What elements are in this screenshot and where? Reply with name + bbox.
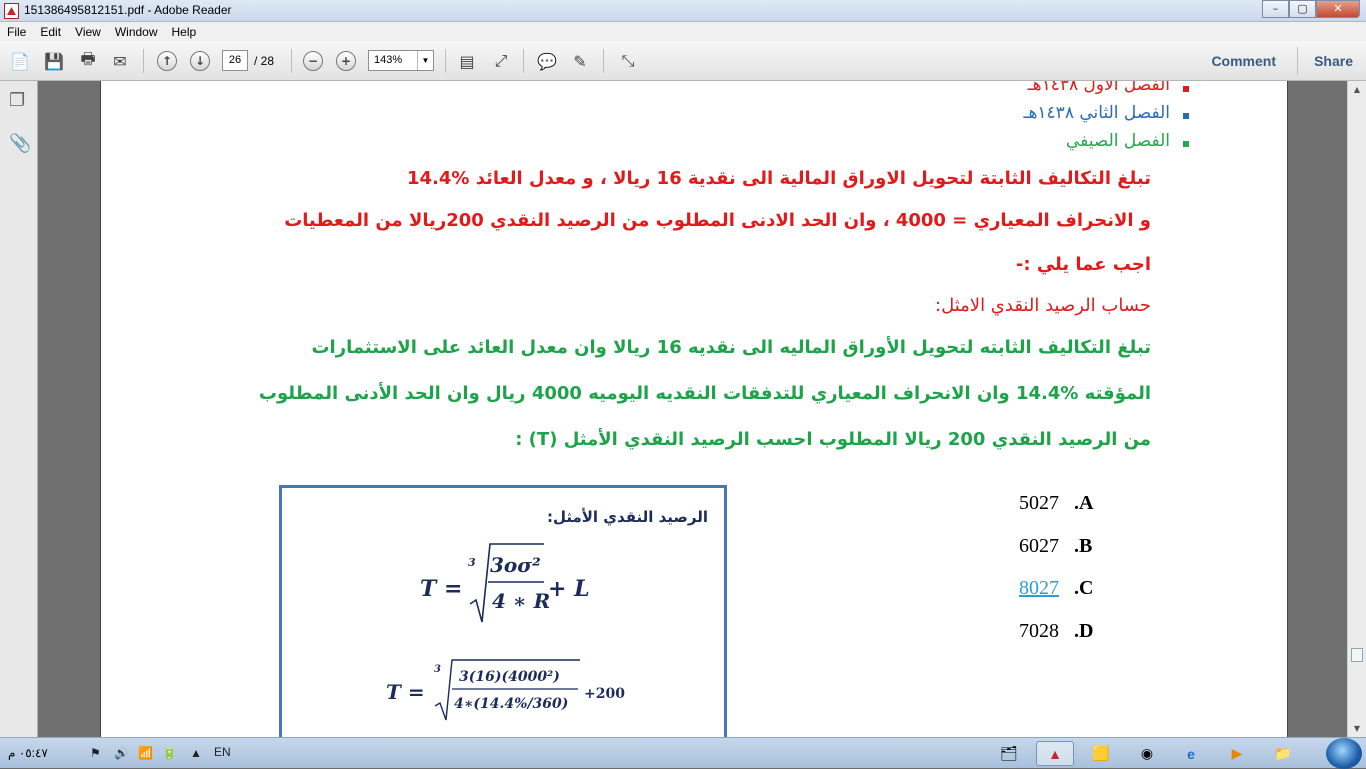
bullet-marker — [1183, 86, 1189, 92]
expand-icon[interactable]: ⤡ — [616, 49, 640, 73]
page-number-input[interactable]: 26 — [222, 50, 248, 71]
navigation-panel: ❐ 📎 — [0, 81, 38, 737]
menu-edit[interactable]: Edit — [33, 25, 68, 39]
formula-2-numerator: 3(16)(4000²) — [459, 669, 560, 685]
problem-line-1: تبلغ التكاليف الثابتة لتحويل الاوراق الم… — [406, 168, 1151, 189]
taskbar: ٠٥:٤٧ م ⚑ 🔊 📶 🔋 ▲ EN 🗂 ▲ 🟨 ◉ e ▶ 📁 — [0, 737, 1366, 769]
app-icon[interactable]: 🟨 — [1082, 741, 1120, 766]
question-line-1: تبلغ التكاليف الثابته لتحويل الأوراق الم… — [311, 337, 1151, 358]
zoom-select[interactable]: 143% ▼ — [368, 50, 434, 71]
scroll-up-icon[interactable]: ▲ — [1348, 81, 1366, 98]
create-pdf-icon[interactable]: 📄 — [8, 49, 32, 73]
answer-option-c[interactable]: 8027 .C — [1019, 577, 1093, 600]
minimize-button[interactable]: – — [1262, 0, 1289, 18]
question-line-3: من الرصيد النقدي 200 ريالا المطلوب احسب … — [515, 429, 1151, 450]
root-index: 3 — [434, 664, 441, 675]
start-button[interactable] — [1326, 738, 1362, 769]
window-title: 151386495812151.pdf - Adobe Reader — [24, 3, 232, 17]
volume-icon[interactable]: 🔊 — [114, 746, 129, 760]
list-item: الفصل الثاني ١٤٣٨هـ — [1023, 103, 1170, 123]
media-player-icon[interactable]: ▶ — [1218, 741, 1256, 766]
formula-1-numerator: 3oσ² — [490, 553, 541, 577]
answer-option-d[interactable]: 7028 .D — [1019, 620, 1093, 643]
fit-width-icon[interactable]: ⤢ — [489, 49, 513, 73]
bullet-marker — [1183, 113, 1189, 119]
toolbar: 📄 💾 🖶 ✉ ↑ ↓ 26 / 28 − + 143% ▼ ▤ ⤢ 💬 ✎ ⤡… — [0, 41, 1366, 81]
share-button[interactable]: Share — [1314, 53, 1353, 69]
answer-option-b[interactable]: 6027 .B — [1019, 535, 1092, 558]
adobe-reader-taskbar-icon[interactable]: ▲ — [1036, 741, 1074, 766]
chrome-icon[interactable]: ◉ — [1128, 741, 1166, 766]
battery-icon[interactable]: 🔋 — [162, 746, 177, 760]
next-page-icon[interactable]: ↓ — [188, 49, 212, 73]
question-line-2: المؤقته %14.4 وان الانحراف المعياري للتد… — [258, 383, 1151, 404]
explorer-icon[interactable]: 🗂 — [990, 741, 1028, 766]
formula-2-denominator: 4∗(14.4%/360) — [454, 696, 568, 712]
window-controls: – ▢ ✕ — [1262, 0, 1360, 19]
folder-icon[interactable]: 📁 — [1264, 741, 1302, 766]
sticky-note-icon[interactable]: 💬 — [535, 49, 559, 73]
menu-help[interactable]: Help — [165, 25, 204, 39]
formula-box: الرصيد النقدي الأمثل: T = 3 3oσ² 4 ∗ R +… — [279, 485, 727, 737]
formula-1-graphic: T = 3 3oσ² 4 ∗ R + L — [420, 543, 590, 623]
answer-option-a[interactable]: 5027 .A — [1019, 492, 1093, 515]
page-thumbnails-icon[interactable]: ❐ — [9, 90, 29, 111]
formula-2-lhs: T = — [386, 680, 425, 704]
vertical-scrollbar[interactable]: ▲ ▼ — [1347, 81, 1366, 737]
pdf-app-icon — [4, 3, 19, 19]
comment-button[interactable]: Comment — [1211, 53, 1276, 69]
previous-page-icon[interactable]: ↑ — [155, 49, 179, 73]
list-item: الفصل الأول ١٤٣٨هـ — [1027, 81, 1170, 95]
attachments-icon[interactable]: 📎 — [9, 133, 31, 154]
language-indicator[interactable]: EN — [214, 745, 231, 759]
formula-1-denominator: 4 ∗ R — [492, 589, 550, 613]
close-button[interactable]: ✕ — [1316, 0, 1360, 18]
zoom-out-icon[interactable]: − — [301, 49, 325, 73]
show-hidden-icons-icon[interactable]: ▲ — [190, 746, 202, 760]
print-icon[interactable]: 🖶 — [76, 49, 100, 73]
pdf-page: الفصل الأول ١٤٣٨هـ الفصل الثاني ١٤٣٨هـ ا… — [100, 81, 1288, 737]
formula-2-graphic: T = 3 3(16)(4000²) 4∗(14.4%/360) +200 — [386, 659, 625, 721]
menu-window[interactable]: Window — [108, 25, 165, 39]
scroll-thumb[interactable] — [1351, 648, 1363, 662]
title-bar: 151386495812151.pdf - Adobe Reader – ▢ ✕ — [0, 0, 1366, 22]
formula-2-tail: +200 — [584, 686, 625, 702]
document-viewport: الفصل الأول ١٤٣٨هـ الفصل الثاني ١٤٣٨هـ ا… — [38, 81, 1347, 737]
internet-explorer-icon[interactable]: e — [1172, 741, 1210, 766]
formula-title: الرصيد النقدي الأمثل: — [546, 508, 708, 526]
email-icon[interactable]: ✉ — [108, 49, 132, 73]
formula-1-tail: + L — [548, 576, 590, 602]
bullet-marker — [1183, 141, 1189, 147]
menu-file[interactable]: File — [0, 25, 33, 39]
section-heading: حساب الرصيد النقدي الامثل: — [935, 295, 1151, 316]
save-icon[interactable]: 💾 — [42, 49, 66, 73]
problem-line-2: و الانحراف المعياري = 4000 ، وان الحد ال… — [284, 210, 1151, 231]
clock[interactable]: ٠٥:٤٧ م — [8, 746, 48, 760]
menu-bar: File Edit View Window Help — [0, 22, 1366, 41]
problem-line-3: اجب عما يلي :- — [1015, 254, 1151, 275]
chevron-down-icon: ▼ — [417, 51, 433, 70]
fit-page-icon[interactable]: ▤ — [455, 49, 479, 73]
zoom-in-icon[interactable]: + — [334, 49, 358, 73]
scroll-down-icon[interactable]: ▼ — [1348, 720, 1366, 737]
network-icon[interactable]: 📶 — [138, 746, 153, 760]
page-total: / 28 — [254, 54, 275, 68]
root-index: 3 — [468, 556, 476, 569]
action-center-icon[interactable]: ⚑ — [90, 746, 101, 760]
maximize-button[interactable]: ▢ — [1289, 0, 1316, 18]
highlight-text-icon[interactable]: ✎ — [568, 49, 592, 73]
formula-1-lhs: T = — [420, 576, 462, 602]
menu-view[interactable]: View — [68, 25, 108, 39]
list-item: الفصل الصيفي — [1065, 131, 1170, 151]
